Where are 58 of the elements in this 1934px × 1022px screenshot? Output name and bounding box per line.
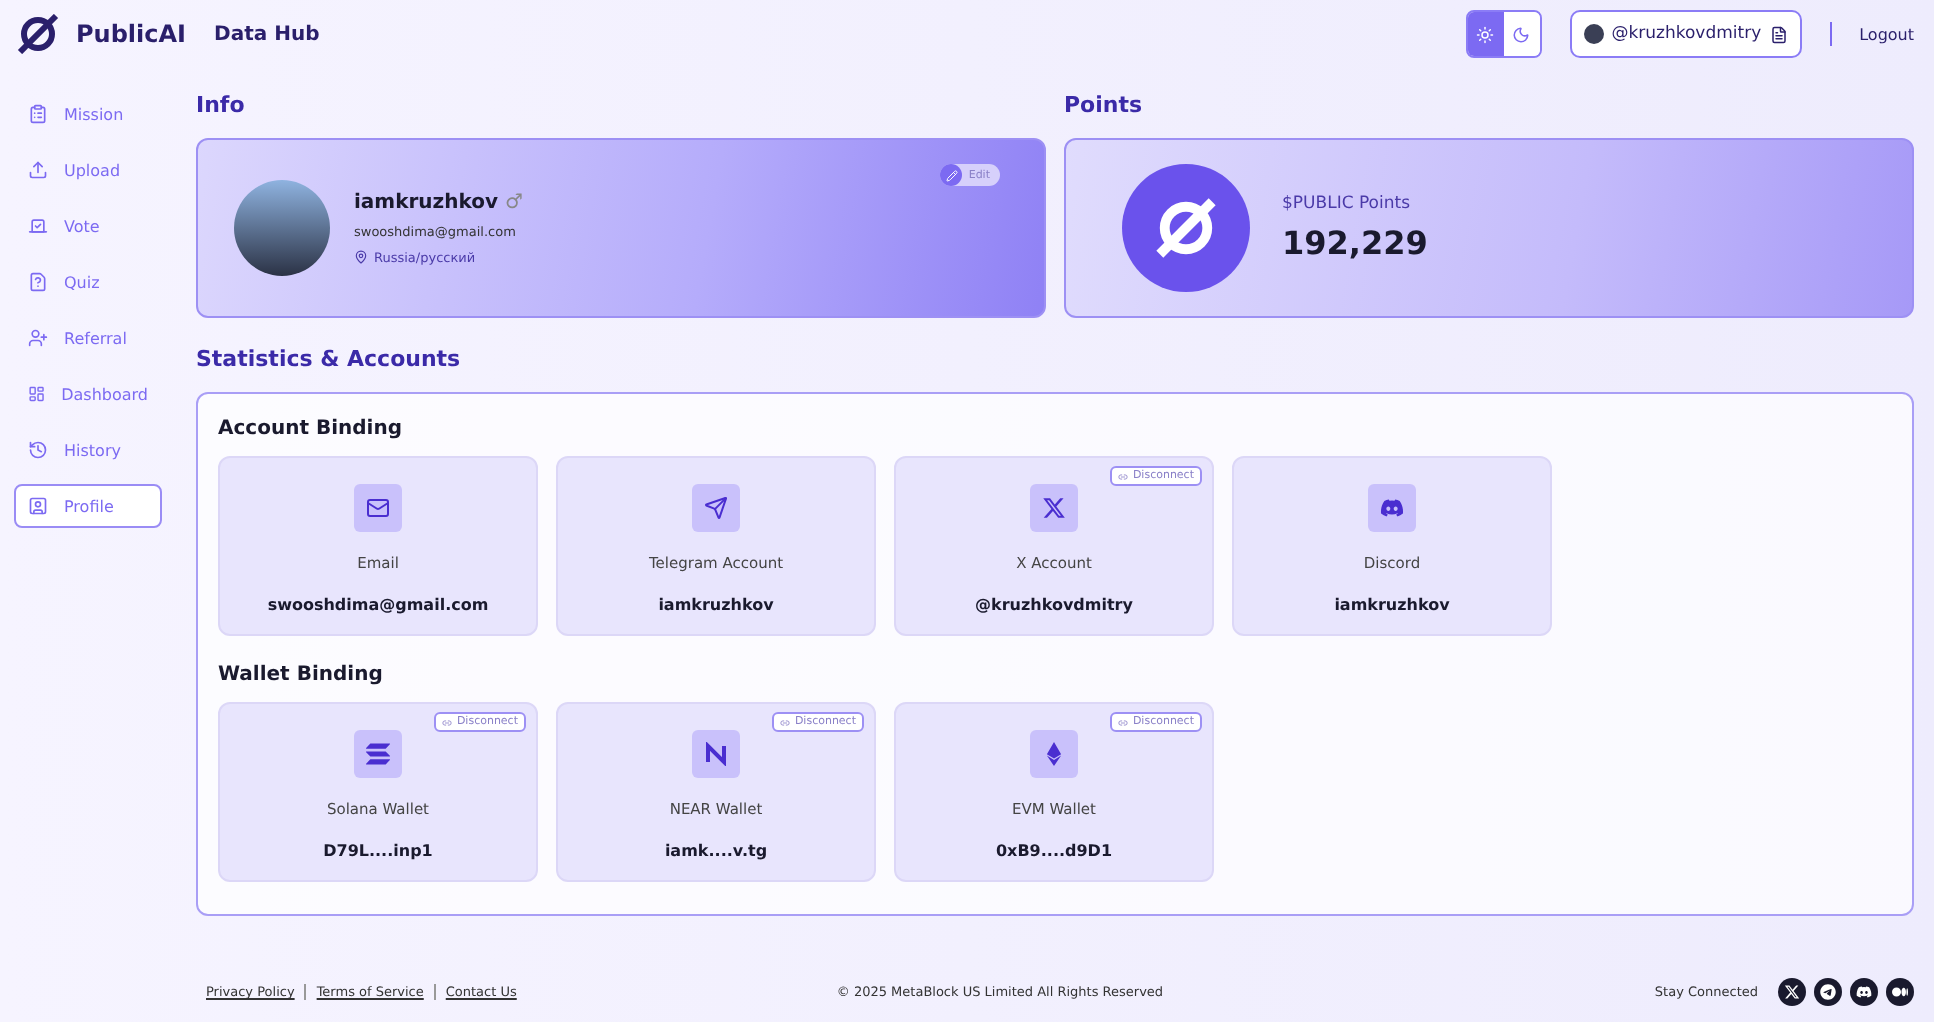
x-logo-icon (1030, 484, 1078, 532)
profile-icon (28, 496, 48, 516)
near-icon (692, 730, 740, 778)
account-value: D79L....inp1 (323, 842, 433, 860)
ethereum-icon (1030, 730, 1078, 778)
x-logo-icon[interactable] (1778, 978, 1806, 1006)
link-icon (442, 717, 453, 727)
pencil-icon (940, 164, 963, 186)
dashboard-icon (28, 384, 46, 404)
account-value: 0xB9....d9D1 (995, 842, 1113, 860)
sidebar-item[interactable]: Upload (14, 148, 162, 192)
telegram-icon[interactable] (1814, 978, 1842, 1006)
logo-icon (16, 14, 60, 54)
sidebar-item[interactable]: Vote (14, 204, 162, 248)
account-value: iamk....v.tg (664, 842, 768, 860)
document-icon (1769, 25, 1788, 43)
sidebar-item[interactable]: Mission (14, 92, 162, 136)
discord-icon (1368, 484, 1416, 532)
link-icon (780, 717, 791, 727)
link-icon (1118, 471, 1129, 481)
subsection-title: Account Binding (218, 418, 404, 440)
sidebar-item[interactable]: Referral (14, 316, 162, 360)
quiz-icon (28, 272, 48, 292)
account-value: iamkruzhkov (658, 596, 774, 614)
section-title: Statistics & Accounts (196, 346, 463, 372)
solana-icon (354, 730, 402, 778)
mail-icon (354, 484, 402, 532)
username: iamkruzhkov ♂ (354, 191, 523, 213)
clipboard-icon (28, 104, 48, 124)
sun-icon[interactable] (1467, 12, 1504, 56)
points-label: $PUBLIC Points (1282, 194, 1412, 214)
product-name: Data Hub (214, 23, 320, 45)
account-button[interactable]: @kruzhkovdmitry (1569, 10, 1802, 58)
paper-plane-icon (692, 484, 740, 532)
link-icon (1118, 717, 1129, 727)
section-title: Points (1064, 92, 1145, 118)
sidebar-item[interactable]: History (14, 428, 162, 472)
upload-icon (28, 160, 48, 180)
account-value: @kruzhkovdmitry (975, 596, 1133, 614)
sidebar-item[interactable]: Quiz (14, 260, 162, 304)
points-value: 192,229 (1282, 224, 1428, 262)
medium-icon[interactable] (1886, 978, 1914, 1006)
section-title: Info (196, 92, 247, 118)
sidebar-item[interactable]: Profile (14, 484, 162, 528)
brand-name: PublicAI (76, 20, 187, 48)
ballot-icon (28, 216, 48, 236)
moon-icon[interactable] (1503, 12, 1540, 56)
avatar-photo-placeholder (234, 180, 330, 276)
account-value: swooshdima@gmail.com (267, 596, 489, 614)
history-icon (28, 440, 48, 460)
subsection-title: Wallet Binding (218, 664, 385, 686)
discord-icon[interactable] (1850, 978, 1878, 1006)
sidebar-item[interactable]: Dashboard (14, 372, 162, 416)
logout-link[interactable]: Logout (1859, 25, 1914, 43)
location-pin-icon (354, 250, 368, 264)
account-value: iamkruzhkov (1334, 596, 1450, 614)
user-plus-icon (28, 328, 48, 348)
avatar-icon (1583, 24, 1604, 44)
